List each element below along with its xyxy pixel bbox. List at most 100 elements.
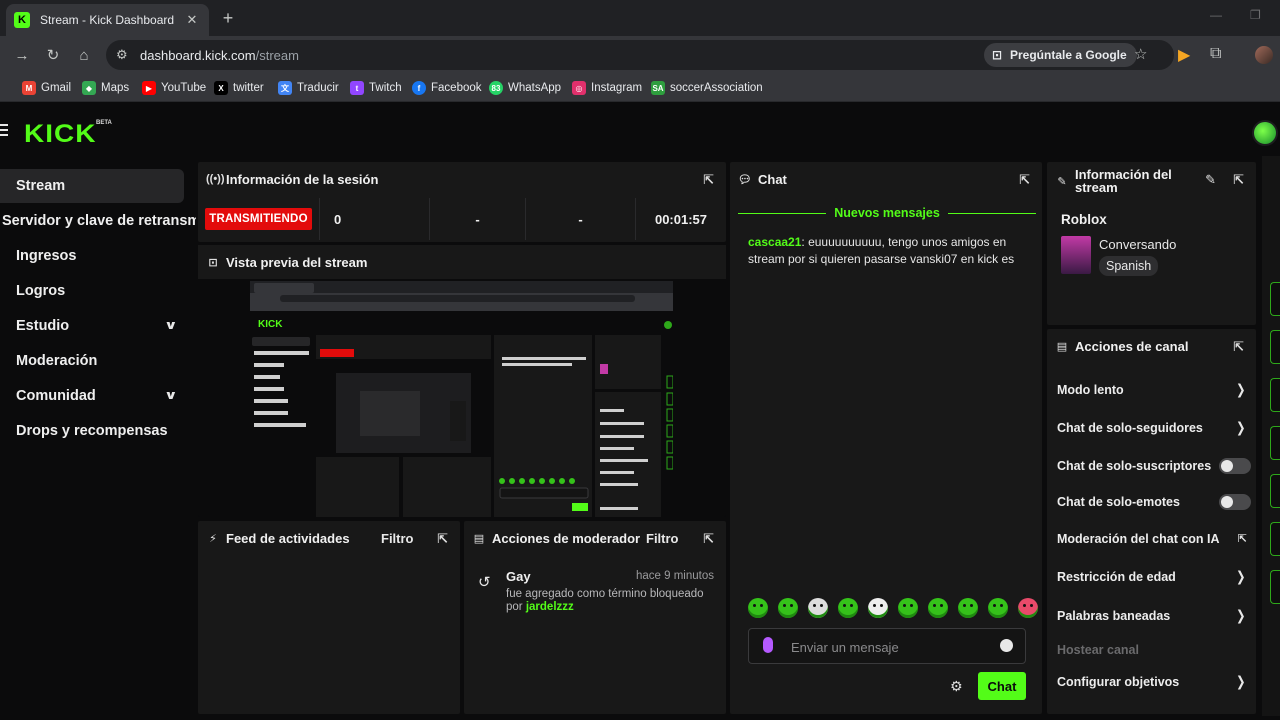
emote-icon[interactable]	[838, 598, 858, 618]
emote-icon[interactable]	[898, 598, 918, 618]
reload-icon[interactable]: ↻	[43, 45, 63, 65]
edge-action-button[interactable]	[1270, 570, 1280, 604]
panel-title: Información de la sesión	[226, 171, 379, 187]
address-bar[interactable]: ⚙ dashboard.kick.com/stream ⊡ Pregúntale …	[106, 40, 1174, 70]
banned-words-row[interactable]: Palabras baneadas ❯	[1057, 604, 1247, 628]
emotes-only-row: Chat de solo-emotes	[1057, 490, 1251, 514]
emote-icon[interactable]	[988, 598, 1008, 618]
url-text[interactable]: dashboard.kick.com/stream	[140, 48, 299, 63]
emote-icon[interactable]	[808, 598, 828, 618]
stream-category[interactable]: Roblox	[1061, 212, 1107, 227]
edge-action-button[interactable]	[1270, 426, 1280, 460]
popout-icon[interactable]: ⇱	[703, 531, 714, 547]
user-avatar[interactable]	[1252, 120, 1278, 146]
bookmark-instagram[interactable]: ◎ Instagram	[572, 80, 642, 96]
home-icon[interactable]: ⌂	[74, 45, 94, 65]
svg-text:KICK: KICK	[258, 319, 283, 330]
emoji-picker-icon[interactable]	[1000, 639, 1013, 652]
browser-profile-avatar[interactable]	[1255, 46, 1273, 64]
edge-action-button[interactable]	[1270, 282, 1280, 316]
emote-icon[interactable]	[778, 598, 798, 618]
chat-message-input[interactable]	[791, 635, 991, 659]
maps-icon: ◆	[82, 81, 96, 95]
emote-icon[interactable]	[928, 598, 948, 618]
bookmark-label: Twitch	[369, 82, 402, 94]
chat-username[interactable]: cascaa21	[748, 235, 801, 249]
chat-settings-gear-icon[interactable]: ⚙	[950, 678, 963, 695]
kick-logo[interactable]: KICK	[24, 120, 96, 149]
emote-icon[interactable]	[1018, 598, 1038, 618]
popout-icon[interactable]: ⇱	[1233, 172, 1244, 188]
configure-goals-row[interactable]: Configurar objetivos ❯	[1057, 670, 1247, 694]
slow-mode-row[interactable]: Modo lento ❯	[1057, 378, 1247, 402]
sidebar-item-drops[interactable]: Drops y recompensas	[0, 414, 184, 448]
sidebar-item-logros[interactable]: Logros	[0, 274, 184, 308]
beta-badge: BETA	[96, 120, 112, 126]
popout-icon[interactable]: ⇱	[703, 172, 714, 188]
new-tab-button[interactable]: +	[219, 8, 237, 29]
emote-icon[interactable]	[868, 598, 888, 618]
bookmark-facebook[interactable]: f Facebook	[412, 80, 482, 96]
sidebar-item-ingresos[interactable]: Ingresos	[0, 239, 184, 273]
bookmark-label: soccerAssociation	[670, 82, 763, 94]
maximize-icon[interactable]: ❐	[1250, 8, 1261, 22]
edge-action-button[interactable]	[1270, 378, 1280, 412]
sidebar-item-stream[interactable]: Stream	[0, 169, 184, 203]
bookmark-maps[interactable]: ◆ Maps	[82, 80, 129, 96]
bookmark-gmail[interactable]: M Gmail	[22, 80, 71, 96]
bookmark-label: YouTube	[161, 82, 207, 94]
filter-button[interactable]: Filtro	[646, 531, 679, 546]
moderator-username[interactable]: jardelzzz	[526, 601, 574, 613]
ai-moderation-row[interactable]: Moderación del chat con IA ⇱	[1057, 527, 1247, 551]
subscribers-only-toggle[interactable]	[1219, 458, 1251, 474]
edge-action-button[interactable]	[1270, 522, 1280, 556]
document-icon: ▤	[1056, 340, 1068, 353]
edge-action-button[interactable]	[1270, 330, 1280, 364]
panel-title: Acciones de canal	[1075, 338, 1189, 354]
sidebar-item-estudio[interactable]: Estudio ∨	[0, 309, 184, 343]
sidebar-item-comunidad[interactable]: Comunidad ∨	[0, 379, 184, 413]
bookmark-soccerassociation[interactable]: SA soccerAssociation	[651, 80, 763, 96]
edge-action-button[interactable]	[1270, 474, 1280, 508]
external-link-icon: ⇱	[1237, 533, 1247, 545]
bookmark-star-icon[interactable]: ☆	[1134, 45, 1147, 63]
forward-icon[interactable]: →	[12, 45, 32, 65]
bookmark-twitter[interactable]: Xtwitter	[214, 80, 264, 96]
edit-pencil-icon[interactable]: ✎	[1205, 172, 1216, 188]
emote-icon[interactable]	[748, 598, 768, 618]
site-info-icon[interactable]: ⚙	[116, 47, 128, 63]
hamburger-menu-icon[interactable]	[0, 124, 8, 136]
popout-icon[interactable]: ⇱	[1019, 172, 1030, 188]
followers-only-row[interactable]: Chat de solo-seguidores ❯	[1057, 416, 1247, 440]
popout-icon[interactable]: ⇱	[437, 531, 448, 547]
bookmark-twitch[interactable]: t Twitch	[350, 80, 402, 96]
microphone-icon[interactable]	[763, 637, 773, 653]
browser-tab[interactable]: K Stream - Kick Dashboard ✕	[6, 4, 209, 36]
bookmark-youtube[interactable]: ▶ YouTube	[142, 80, 206, 96]
chat-message: cascaa21: euuuuuuuuuu, tengo unos amigos…	[748, 234, 1034, 268]
activity-feed-panel: ⚡ Feed de actividades Filtro ⇱	[198, 521, 460, 714]
ask-google-button[interactable]: ⊡ Pregúntale a Google	[984, 43, 1137, 67]
chevron-down-icon[interactable]: ∨	[164, 388, 178, 402]
filter-button[interactable]: Filtro	[381, 531, 414, 546]
sidebar-item-moderacion[interactable]: Moderación	[0, 344, 184, 378]
new-messages-label: Nuevos mensajes	[834, 206, 940, 220]
bookmark-whatsapp[interactable]: 83 WhatsApp	[489, 80, 561, 96]
age-restriction-row[interactable]: Restricción de edad ❯	[1057, 565, 1247, 589]
action-description: fue agregado como término bloqueado por …	[506, 588, 716, 614]
emotes-only-toggle[interactable]	[1219, 494, 1251, 510]
undo-icon[interactable]: ↺	[478, 573, 491, 591]
stream-preview-video[interactable]: KICK	[250, 281, 673, 519]
close-icon[interactable]: ✕	[185, 12, 199, 28]
chevron-down-icon[interactable]: ∨	[164, 318, 178, 332]
extensions-puzzle-icon[interactable]: ⧉	[1210, 45, 1221, 63]
extension-play-icon[interactable]: ▶	[1178, 45, 1190, 65]
sidebar-item-label: Estudio	[16, 318, 70, 334]
bookmark-traducir[interactable]: 文 Traducir	[278, 80, 339, 96]
popout-icon[interactable]: ⇱	[1233, 339, 1244, 355]
sidebar-item-server-key[interactable]: Servidor y clave de retransmisión	[0, 204, 196, 238]
emote-icon[interactable]	[958, 598, 978, 618]
viewer-count: 0	[320, 198, 430, 240]
chat-send-button[interactable]: Chat	[978, 672, 1026, 700]
minimize-icon[interactable]: —	[1210, 8, 1222, 22]
